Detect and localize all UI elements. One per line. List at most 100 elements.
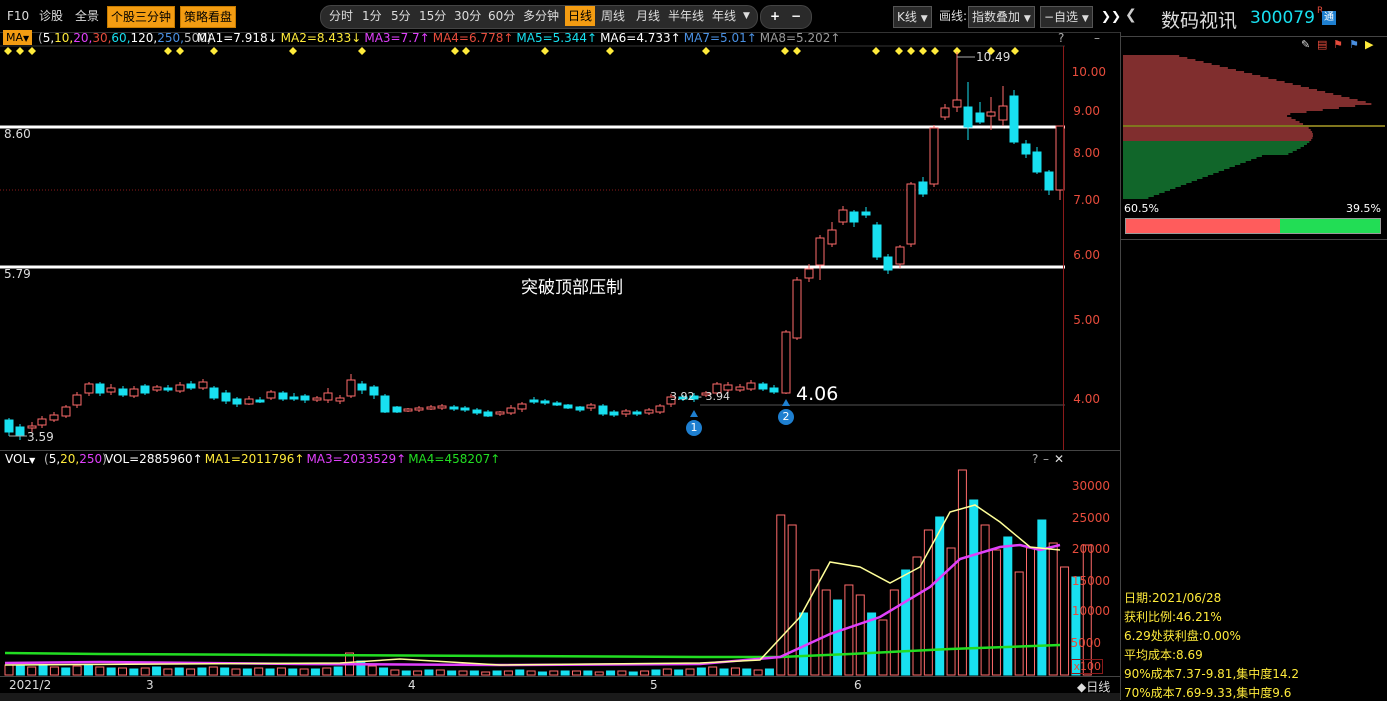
candle-body	[152, 386, 162, 391]
volume-bar	[61, 667, 71, 676]
zoom-out-button[interactable]: −	[788, 6, 804, 26]
volume-bar	[1026, 547, 1035, 676]
year-dropdown-icon[interactable]: ▼	[740, 6, 753, 26]
volume-bar	[140, 667, 150, 676]
period-tab[interactable]: 月线	[633, 6, 663, 26]
period-tab[interactable]: 多分钟	[520, 6, 562, 26]
chart-red-icon[interactable]: ▤	[1317, 38, 1327, 51]
period-tab[interactable]: 日线	[565, 6, 596, 26]
info-profit-at-price: 6.29处获利盘:0.00%	[1124, 629, 1241, 643]
period-tab[interactable]: 1分	[359, 6, 385, 26]
watchlist-label: −自选	[1044, 10, 1079, 24]
preset-three-minute-button[interactable]: 个股三分钟	[107, 6, 176, 28]
volume-bar	[515, 669, 525, 676]
kline-dropdown[interactable]: K线 ▼	[893, 6, 932, 28]
candle-body	[517, 403, 527, 410]
vol-indicator-tag[interactable]: VOL▼	[5, 452, 35, 466]
signal-diamond	[606, 47, 614, 55]
candle-body	[460, 407, 470, 411]
volume-bar	[118, 667, 127, 676]
signal-diamond	[895, 47, 903, 55]
candle-body	[895, 246, 905, 265]
candle-body	[300, 395, 310, 401]
candle-body	[266, 391, 276, 399]
vol-params: (5,20,250)	[44, 452, 107, 466]
period-tab[interactable]: 60分	[485, 6, 518, 26]
fullview-button[interactable]: 全景	[72, 6, 102, 26]
volume-bar	[730, 667, 740, 676]
pen-icon[interactable]: ✎	[1301, 38, 1310, 51]
candle-body	[278, 392, 288, 400]
period-tab[interactable]: 30分	[451, 6, 484, 26]
volume-bar	[310, 668, 320, 676]
help-icon[interactable]: ?	[1032, 452, 1038, 466]
period-tab[interactable]: 5分	[388, 6, 414, 26]
volume-bar	[980, 524, 990, 676]
volume-chart-area[interactable]: VOL▼ (5,20,250) VOL=2885960↑ MA1=2011796↑…	[0, 450, 1121, 701]
watchlist-dropdown[interactable]: −自选 ▼	[1040, 6, 1093, 28]
bottom-tab-strip	[0, 693, 1120, 701]
candle-body	[483, 411, 493, 417]
vol-axis-label: 25000	[1071, 511, 1110, 525]
chip-distribution-chart	[1123, 55, 1385, 199]
period-tab[interactable]: 年线	[709, 6, 739, 26]
period-tab[interactable]: 15分	[416, 6, 449, 26]
info-date: 日期:2021/06/28	[1124, 591, 1222, 605]
volume-bar	[288, 668, 298, 676]
vol-info-bar: VOL▼ (5,20,250) VOL=2885960↑ MA1=2011796↑…	[0, 450, 1120, 468]
minimize-icon[interactable]: –	[1043, 452, 1049, 466]
signal-marker-1[interactable]: 1	[686, 420, 702, 436]
volume-bar	[367, 665, 377, 676]
candle-body	[575, 406, 585, 411]
zoom-in-button[interactable]: +	[767, 6, 783, 26]
diagnose-button[interactable]: 诊股	[36, 6, 66, 26]
low-price-label: 3.59	[27, 430, 54, 444]
volume-bar	[606, 670, 616, 676]
volume-bar	[379, 667, 389, 676]
chevron-down-icon: ▼	[1023, 14, 1031, 24]
volume-bar	[594, 671, 604, 676]
price-axis-label: 6.00	[1073, 248, 1100, 262]
index-overlay-dropdown[interactable]: 指数叠加 ▼	[968, 6, 1035, 28]
vol-axis-label: 20000	[1071, 542, 1110, 556]
volume-bar	[662, 668, 672, 676]
volume-bar	[572, 670, 581, 676]
candle-body	[529, 399, 539, 403]
candle-body	[495, 411, 505, 415]
volume-bar	[242, 668, 252, 676]
signal-diamond	[793, 47, 801, 55]
flag-blue-icon[interactable]: ⚑	[1349, 38, 1359, 51]
support-line-label: 5.79	[4, 267, 31, 281]
volume-bar	[753, 669, 763, 676]
candle-body	[437, 405, 447, 409]
loss-pct-label: 39.5%	[1346, 202, 1381, 215]
close-icon[interactable]: ✕	[1054, 452, 1064, 466]
price-chart-area[interactable]: 10.00 9.00 8.00 7.00 6.00 5.00 4.00 8.60…	[0, 32, 1121, 450]
signal-diamond	[1011, 47, 1019, 55]
candle-body	[369, 386, 379, 396]
preset-strategy-button[interactable]: 策略看盘	[180, 6, 237, 28]
breakout-price-label: 4.06	[796, 383, 839, 405]
volume-bar	[413, 670, 423, 676]
candle-body	[552, 402, 562, 406]
volume-bar	[322, 667, 332, 676]
candle-body	[244, 398, 254, 405]
f10-button[interactable]: F10	[4, 6, 32, 26]
play-icon[interactable]: ▶	[1365, 38, 1373, 51]
volume-bar	[549, 670, 559, 676]
flag-red-icon[interactable]: ⚑	[1333, 38, 1343, 51]
signal-marker-2[interactable]: 2	[778, 409, 794, 425]
candle-body	[335, 397, 345, 402]
volume-bar	[935, 516, 945, 676]
triangle-marker	[690, 410, 698, 417]
period-tab[interactable]: 分时	[326, 6, 356, 26]
candle-body	[49, 414, 59, 421]
period-tab[interactable]: 半年线	[665, 6, 707, 26]
candle-body	[129, 388, 139, 397]
volume-bar	[254, 667, 264, 676]
period-tab[interactable]: 周线	[598, 6, 628, 26]
volume-bar	[833, 599, 843, 676]
candle-body	[106, 387, 116, 393]
volume-bar	[458, 670, 468, 676]
chevron-left-icon[interactable]: ❮	[1125, 7, 1137, 23]
